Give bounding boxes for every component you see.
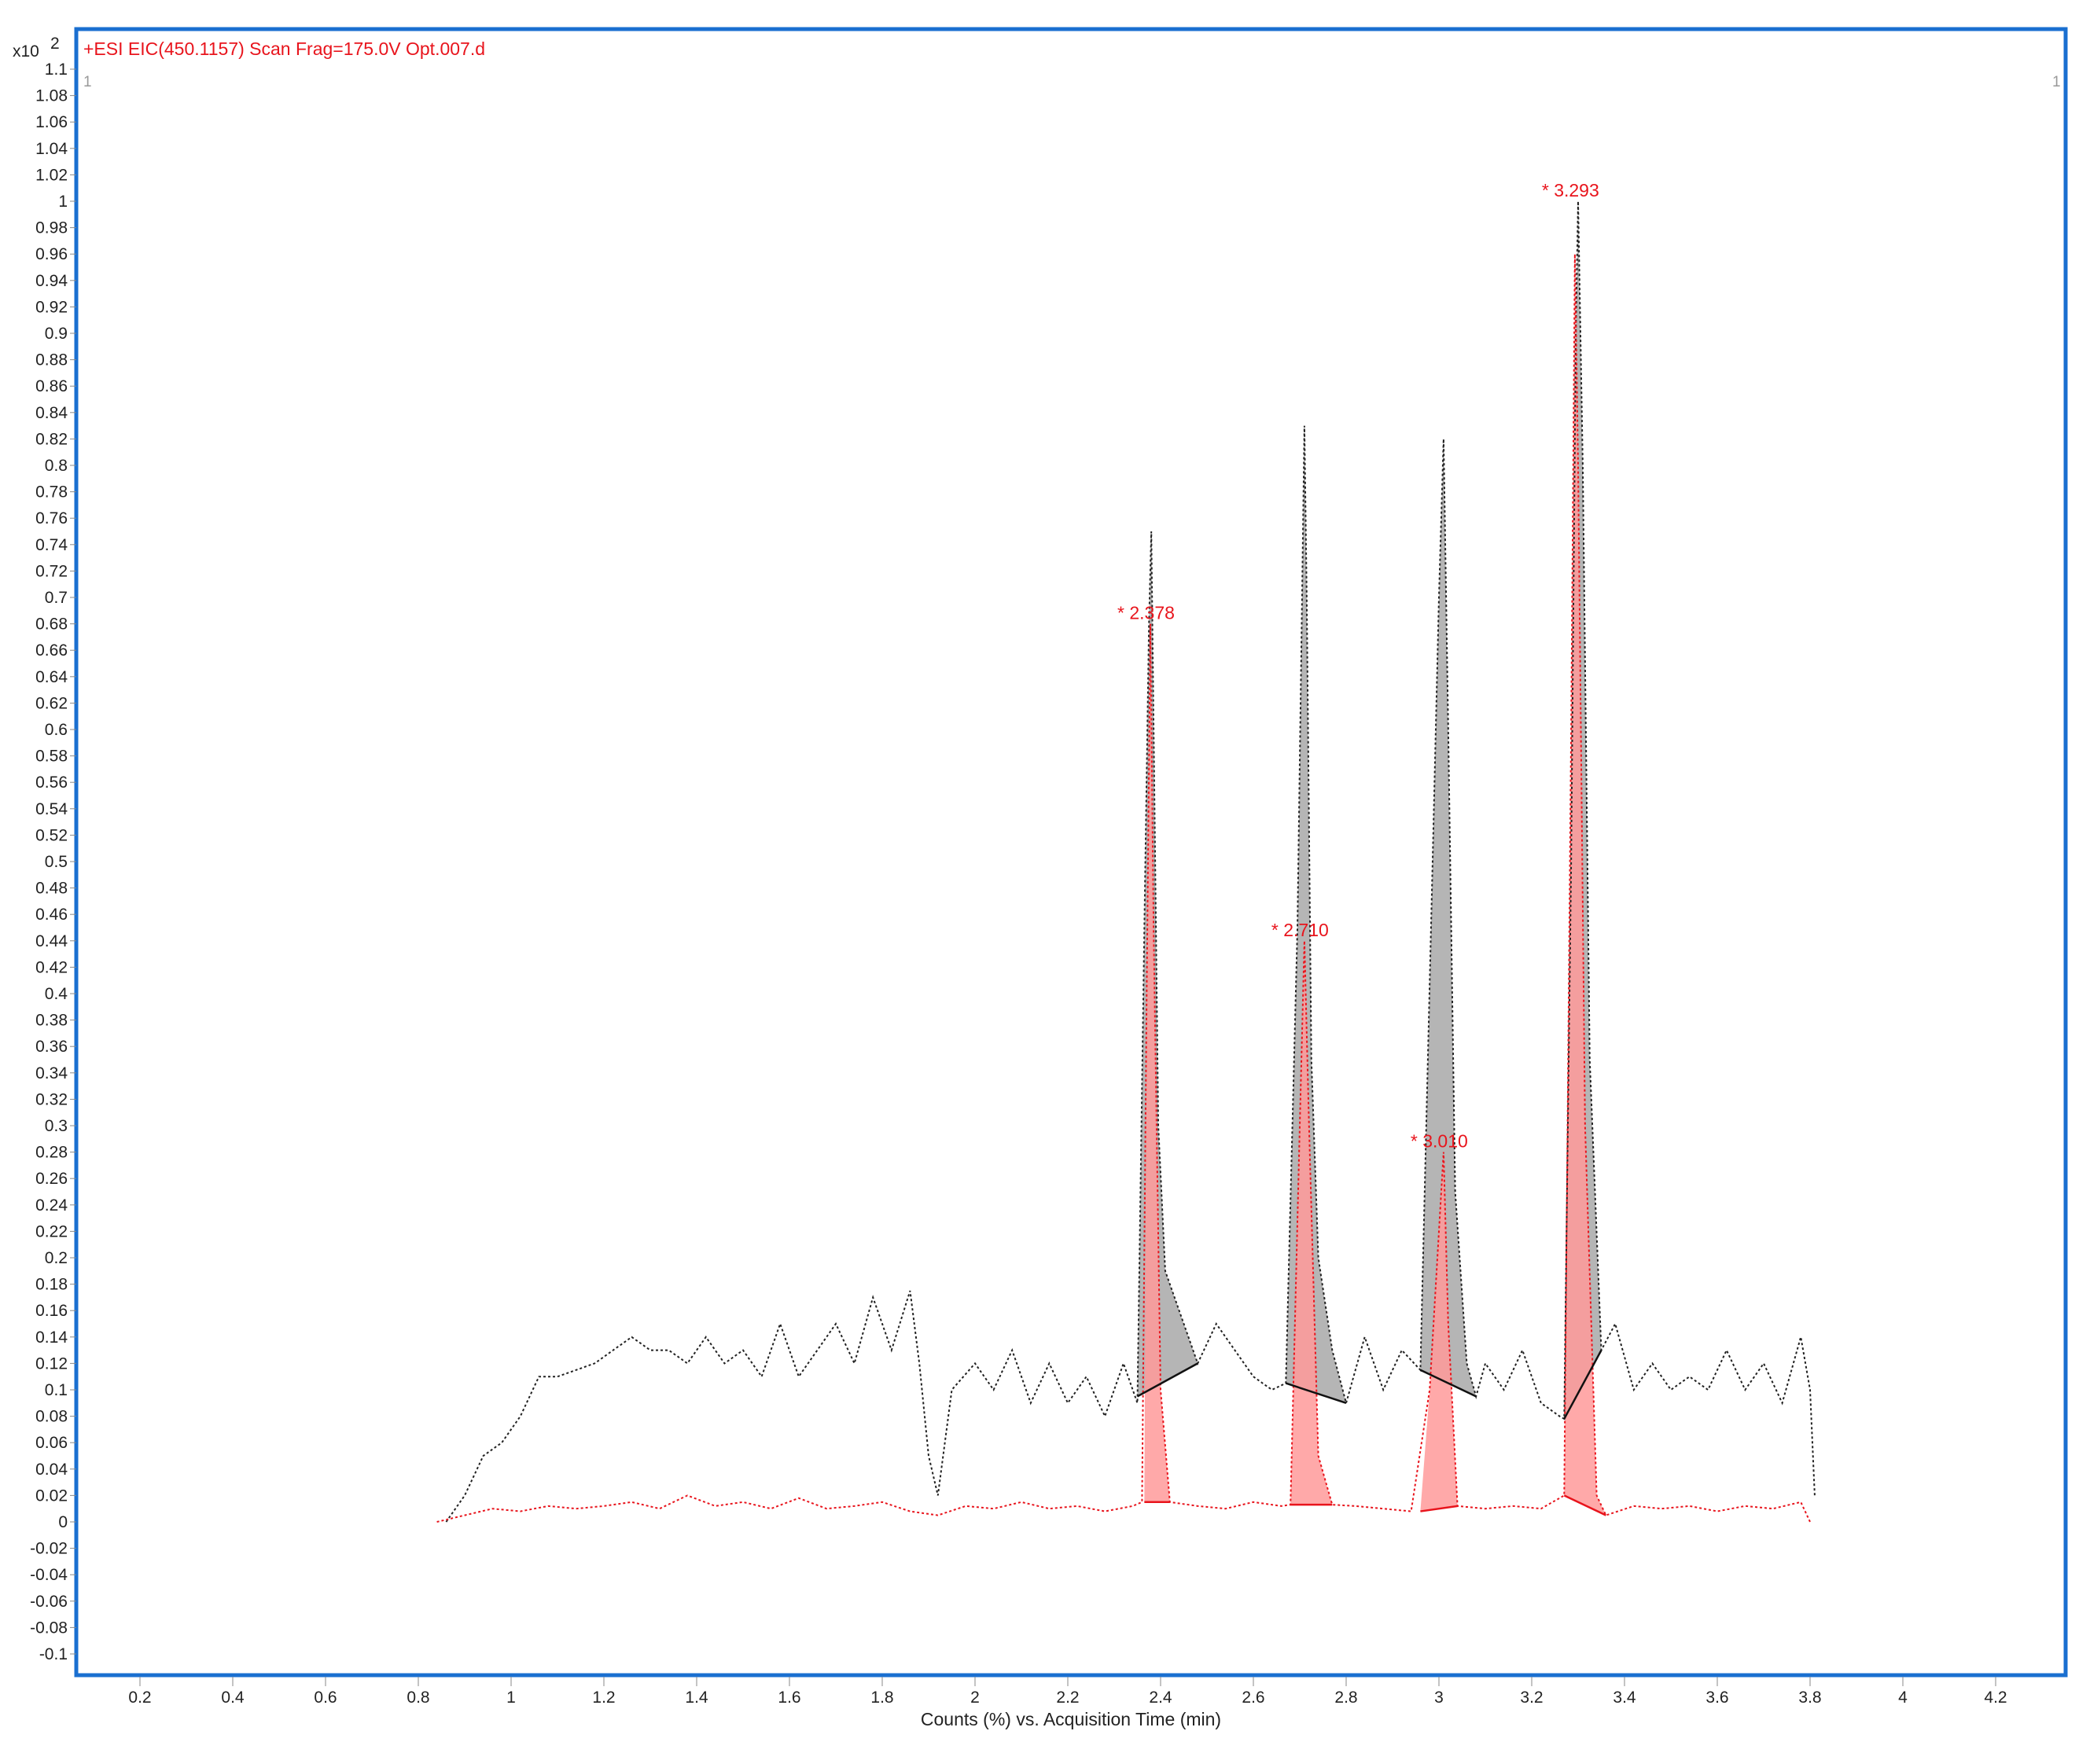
y-tick-label: 1.06 (35, 113, 68, 131)
y-tick-label: -0.02 (30, 1540, 68, 1558)
x-tick-label: 3.8 (1798, 1689, 1821, 1707)
x-tick-label: 0.8 (407, 1689, 429, 1707)
y-tick-label: 0.14 (35, 1329, 68, 1347)
y-tick-label: -0.08 (30, 1619, 68, 1637)
x-tick-label: 2 (970, 1689, 980, 1707)
y-tick-label: -0.06 (30, 1593, 68, 1611)
x-tick-label: 0.4 (221, 1689, 245, 1707)
y-tick-label: 0.18 (35, 1276, 68, 1294)
y-tick-label: 0.82 (35, 430, 68, 448)
y-tick-label: 0.26 (35, 1170, 68, 1188)
y-tick-label: 0.24 (35, 1196, 68, 1215)
x-tick-label: 2.4 (1149, 1689, 1172, 1707)
y-tick-label: 0.74 (35, 536, 68, 554)
y-tick-label: 0.76 (35, 509, 68, 527)
y-tick-label: 0.84 (35, 404, 68, 422)
y-tick-label: 0.48 (35, 880, 68, 898)
x-tick-label: 1.8 (870, 1689, 893, 1707)
y-tick-label: 0.86 (35, 377, 68, 395)
y-tick-label: 0.78 (35, 483, 68, 502)
y-tick-label: 0.12 (35, 1354, 68, 1373)
x-tick-label: 1.4 (685, 1689, 708, 1707)
x-axis-title: Counts (%) vs. Acquisition Time (min) (921, 1709, 1221, 1729)
y-tick-label: 0.66 (35, 641, 68, 660)
y-tick-label: 0.44 (35, 932, 68, 950)
x-tick-label: 4.2 (1984, 1689, 2007, 1707)
y-axis: 1.1 1.08 1.06 1.04 1.02 1 0.98 0.96 0.94 0.92 0.9 0… (30, 61, 76, 1663)
y-tick-label: 0.8 (45, 457, 68, 475)
x-tick-label: 4 (1898, 1689, 1908, 1707)
y-tick-label: 0.64 (35, 668, 68, 686)
y-tick-label: 0.92 (35, 298, 68, 316)
y-tick-label: 0.22 (35, 1222, 68, 1240)
y-multiplier-exponent: 2 (50, 35, 60, 53)
y-tick-label: 0.72 (35, 562, 68, 580)
y-tick-label: 1.08 (35, 87, 68, 105)
y-tick-label: 0.52 (35, 826, 68, 844)
y-tick-label: -0.04 (30, 1566, 68, 1584)
y-multiplier: x10 (13, 42, 39, 61)
y-tick-label: 0.68 (35, 616, 68, 634)
x-tick-label: 1.6 (778, 1689, 800, 1707)
y-tick-label: 0.56 (35, 774, 68, 792)
x-tick-label: 1.2 (592, 1689, 615, 1707)
y-tick-label: 1.04 (35, 140, 68, 158)
y-tick-label: 0.28 (35, 1144, 68, 1162)
x-tick-label: 2.8 (1334, 1689, 1357, 1707)
y-tick-label: 0.98 (35, 219, 68, 237)
y-tick-label: 0.06 (35, 1434, 68, 1452)
peak-label: * 3.010 (1411, 1131, 1468, 1152)
y-tick-label: 0.7 (45, 589, 68, 607)
y-tick-label: 0 (58, 1513, 68, 1531)
y-tick-label: 0.94 (35, 272, 68, 290)
y-tick-label: 0.42 (35, 958, 68, 976)
y-tick-label: 0.46 (35, 906, 68, 924)
y-tick-label: 0.1 (45, 1381, 68, 1399)
y-tick-label: 0.4 (45, 985, 68, 1003)
y-tick-label: 1.1 (45, 61, 68, 79)
y-tick-label: 0.62 (35, 694, 68, 712)
x-tick-label: 2.6 (1242, 1689, 1264, 1707)
corner-marker-right: 1 (2052, 74, 2061, 90)
x-tick-label: 3.6 (1705, 1689, 1728, 1707)
y-tick-label: 0.9 (45, 325, 68, 343)
x-tick-label: 0.6 (314, 1689, 337, 1707)
y-tick-label: 0.08 (35, 1408, 68, 1426)
y-tick-label: 0.16 (35, 1302, 68, 1320)
y-tick-label: 0.38 (35, 1012, 68, 1030)
peak-label: * 2.710 (1271, 920, 1329, 940)
y-tick-label: -0.1 (39, 1645, 68, 1663)
x-axis: 0.2 0.4 0.6 0.8 1 1.2 1.4 1.6 1.8 2 2.2 2.4 2.6 2.8 3 3… (128, 1677, 2007, 1707)
y-tick-label: 0.04 (35, 1461, 68, 1479)
y-tick-label: 0.3 (45, 1117, 68, 1135)
y-tick-label: 0.5 (45, 853, 68, 871)
x-tick-label: 1 (506, 1689, 516, 1707)
y-tick-label: 0.96 (35, 245, 68, 263)
x-tick-label: 3 (1434, 1689, 1444, 1707)
y-tick-label: 1 (58, 193, 68, 211)
y-tick-label: 0.58 (35, 748, 68, 766)
peak-label: * 2.378 (1117, 603, 1175, 623)
y-tick-label: 0.6 (45, 721, 68, 739)
peak-label: * 3.293 (1542, 180, 1599, 200)
y-tick-label: 0.54 (35, 800, 68, 818)
y-tick-label: 0.02 (35, 1487, 68, 1505)
corner-marker-left: 1 (83, 74, 92, 90)
y-tick-label: 0.34 (35, 1064, 68, 1082)
legend-label: +ESI EIC(450.1157) Scan Frag=175.0V Opt.… (83, 39, 485, 59)
y-tick-label: 0.32 (35, 1090, 68, 1108)
y-tick-label: 0.88 (35, 351, 68, 369)
y-tick-label: 1.02 (35, 166, 68, 184)
plot-frame (74, 27, 2068, 1678)
x-tick-label: 3.4 (1613, 1689, 1636, 1707)
x-tick-label: 3.2 (1520, 1689, 1543, 1707)
x-tick-label: 0.2 (128, 1689, 151, 1707)
y-tick-label: 0.36 (35, 1038, 68, 1056)
chromatogram-chart: 1.1 1.08 1.06 1.04 1.02 1 0.98 0.96 0.94 0.92 0.9 0… (13, 27, 2068, 1729)
y-tick-label: 0.2 (45, 1249, 68, 1267)
x-tick-label: 2.2 (1056, 1689, 1079, 1707)
